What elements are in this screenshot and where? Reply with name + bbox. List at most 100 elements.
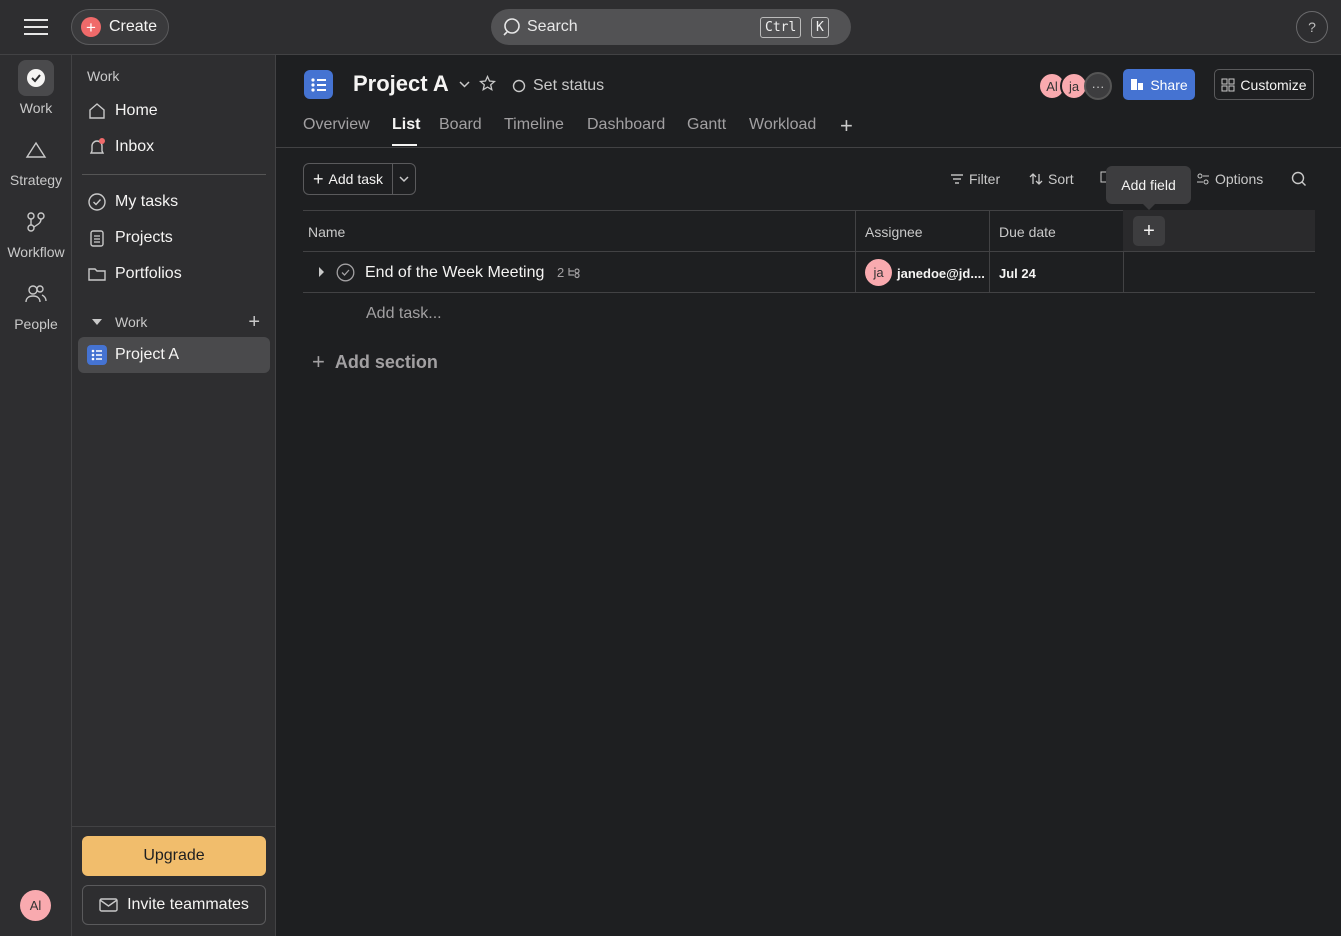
add-task-inline[interactable]: Add task... [366, 305, 442, 323]
tab-dashboard[interactable]: Dashboard [587, 116, 665, 134]
tab-overview[interactable]: Overview [303, 116, 370, 134]
options-icon [1197, 173, 1209, 185]
search-tasks-button[interactable] [1291, 171, 1312, 187]
project-title[interactable]: Project A [353, 71, 449, 97]
sidebar-item-inbox[interactable]: Inbox [78, 129, 270, 165]
tooltip-arrow [1142, 203, 1156, 210]
table-header-border [303, 251, 1315, 252]
create-button[interactable]: + Create [71, 9, 169, 45]
tab-board[interactable]: Board [439, 116, 482, 134]
add-section-button[interactable]: + Add section [312, 349, 438, 375]
active-tab-indicator [392, 144, 417, 146]
expand-caret-icon[interactable] [317, 266, 325, 278]
add-task-dropdown[interactable] [393, 175, 415, 183]
set-status-label: Set status [533, 77, 605, 94]
sidebar-item-label: Inbox [115, 138, 155, 155]
search-placeholder: Search [527, 18, 578, 35]
rail-item-people[interactable]: People [0, 276, 72, 332]
column-header-name[interactable]: Name [308, 224, 345, 240]
sidebar-header: Work [87, 68, 120, 84]
column-header-due-date[interactable]: Due date [999, 224, 1056, 240]
assignee-email[interactable]: janedoe@jd.... [897, 266, 985, 281]
rail-label-work: Work [19, 100, 53, 116]
home-icon [87, 101, 107, 121]
tab-workload[interactable]: Workload [749, 116, 816, 134]
table-row-border [303, 292, 1315, 293]
filter-button[interactable]: Filter [950, 171, 1000, 187]
sidebar-item-portfolios[interactable]: Portfolios [78, 256, 270, 292]
check-circle-icon [87, 192, 107, 212]
share-label: Share [1150, 76, 1188, 93]
options-button[interactable]: Options [1196, 171, 1263, 187]
menu-icon[interactable] [24, 16, 48, 38]
upgrade-button[interactable]: Upgrade [82, 836, 266, 876]
column-header-assignee[interactable]: Assignee [865, 224, 923, 240]
add-task-button-group: + Add task [303, 163, 416, 195]
search-input[interactable]: Search Ctrl K [491, 9, 851, 45]
sidebar-item-label: Projects [115, 229, 173, 246]
help-button[interactable]: ? [1296, 11, 1328, 43]
tab-gantt[interactable]: Gantt [687, 116, 726, 134]
plus-icon: + [313, 168, 324, 189]
invite-teammates-button[interactable]: Invite teammates [82, 885, 266, 925]
tab-list[interactable]: List [392, 116, 420, 134]
chevron-down-icon[interactable] [458, 79, 471, 89]
add-project-icon[interactable]: + [248, 311, 260, 334]
task-complete-icon[interactable] [336, 263, 355, 282]
sidebar-section-work[interactable]: Work + [78, 304, 270, 340]
assignee-avatar: ja [865, 259, 892, 286]
plus-icon: + [81, 17, 101, 37]
invite-label: Invite teammates [127, 896, 249, 913]
building-icon [1131, 79, 1144, 90]
rail-label-people: People [14, 316, 58, 332]
sidebar-divider [82, 174, 266, 175]
caret-down-icon [87, 312, 107, 332]
sidebar-item-label: Home [115, 102, 158, 119]
sidebar-item-home[interactable]: Home [78, 93, 270, 129]
create-label: Create [109, 18, 158, 35]
add-field-tooltip: Add field [1106, 166, 1191, 204]
top-bar: + Create Search Ctrl K ? [0, 0, 1341, 55]
more-members-icon[interactable]: ··· [1084, 72, 1112, 100]
people-icon [18, 276, 54, 312]
kbd-k: K [811, 17, 829, 38]
user-avatar[interactable]: Al [20, 890, 51, 921]
mail-icon [99, 898, 118, 912]
customize-button[interactable]: Customize [1214, 69, 1314, 100]
add-section-label: Add section [334, 351, 438, 372]
search-icon [1291, 171, 1306, 186]
rail-item-workflow[interactable]: Workflow [0, 204, 72, 260]
subtask-count[interactable]: 2 [557, 265, 581, 280]
sidebar-item-projects[interactable]: Projects [78, 220, 270, 256]
sidebar-item-my-tasks[interactable]: My tasks [78, 184, 270, 220]
workflow-icon [18, 204, 54, 240]
options-label: Options [1215, 171, 1264, 187]
task-name[interactable]: End of the Week Meeting [365, 264, 544, 282]
list-icon [87, 345, 107, 365]
share-button[interactable]: Share [1123, 69, 1195, 100]
set-status-button[interactable]: Set status [512, 77, 604, 95]
chevron-down-icon [399, 176, 409, 183]
add-field-button[interactable]: + [1133, 216, 1165, 246]
sort-label: Sort [1048, 171, 1074, 187]
rail-item-work[interactable]: Work [0, 60, 72, 116]
icon-rail: Work Strategy Workflow People Al [0, 55, 72, 936]
filter-icon [951, 174, 963, 184]
sidebar-item-project-a[interactable]: Project A [78, 337, 270, 373]
clipboard-icon [87, 228, 107, 248]
triangle-icon [18, 132, 54, 168]
header-divider [276, 147, 1341, 148]
due-date[interactable]: Jul 24 [999, 266, 1036, 281]
tab-timeline[interactable]: Timeline [504, 116, 564, 134]
star-icon[interactable] [479, 75, 496, 92]
sidebar: Work Home Inbox My tasks Projects Portfo… [72, 55, 276, 936]
add-tab-icon[interactable]: + [840, 113, 853, 139]
add-task-button[interactable]: + Add task [304, 164, 393, 194]
project-list-icon[interactable] [304, 70, 333, 99]
rail-item-strategy[interactable]: Strategy [0, 132, 72, 188]
filter-label: Filter [969, 171, 1001, 187]
sidebar-item-label: My tasks [115, 193, 179, 210]
column-divider [855, 210, 856, 292]
subtask-count-value: 2 [557, 265, 565, 280]
sort-button[interactable]: Sort [1029, 171, 1074, 187]
